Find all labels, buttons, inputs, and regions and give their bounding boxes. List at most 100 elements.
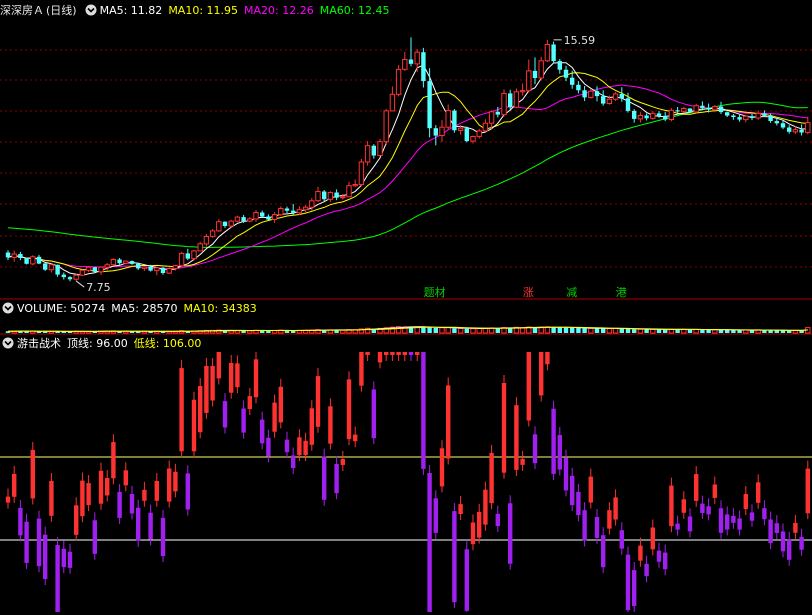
volume-bar [737,330,742,333]
candle-down [749,116,755,118]
candle-up [364,145,371,163]
top-line-label: 顶线: 96.00 [67,337,128,350]
volume-bar [725,330,730,333]
volume-bar [787,330,792,333]
candle-up [247,218,253,222]
volume-bar [570,327,575,333]
indicator-bar-down [160,517,166,557]
indicator-bar-down [452,511,457,603]
candle-down [731,115,736,117]
candle-down [625,98,631,111]
candle-down [799,129,804,133]
candle-down [421,52,426,82]
indicator-bar-down [725,514,730,530]
indicator-bar-down [625,554,631,611]
volume-bar [43,331,48,333]
candle-down [464,128,469,142]
candle-down [656,113,662,116]
candle-down [532,70,538,78]
candle-up [110,259,117,266]
indicator-bar-up [669,485,674,527]
indicator-bar-down [687,516,693,532]
indicator-bar-up [229,363,234,393]
high-price-label: 15.59 [564,34,596,47]
candle-down [768,115,773,121]
candle-down [787,127,792,132]
candle-down [700,105,705,108]
volume-bar [687,329,693,333]
indicator-bar-up [173,471,178,492]
indicator-panel-header: 游击战术 顶线: 96.00 低线: 106.00 [0,336,207,352]
candle-down [687,108,693,112]
indicator-bar-up [446,385,451,459]
candle-down [61,274,66,278]
dropdown-arrow-icon[interactable] [85,4,97,16]
event-tag: 减 [566,286,577,299]
candle-up [668,109,675,121]
candle-down [371,145,376,156]
indicator-bar-up [315,376,321,427]
candle-up [358,161,365,185]
candle-down [737,117,742,120]
volume-bar [266,330,271,333]
indicator-bar-down [43,534,48,579]
indicator-bar-up [545,352,550,365]
indicator-bar-down [421,352,426,469]
indicator-bar-down [619,530,624,549]
candle-down [632,110,637,119]
candle-up [383,110,389,143]
indicator-bar-down [129,494,135,514]
candle-up [805,122,811,133]
indicator-bar-up [297,437,302,456]
event-tag: 题材 [424,285,446,299]
indicator-bar-up [253,359,259,398]
volume-bar [532,327,538,333]
indicator-bar-down [92,520,97,554]
candle-down [675,110,680,112]
candle-up [209,230,216,237]
volume-dropdown-arrow-icon[interactable] [2,302,14,314]
indicator-bar-up [167,468,172,502]
indicator-bar-down [61,548,66,568]
volume-bar [681,328,687,334]
indicator-bar-down [260,419,265,444]
candle-down [334,192,339,198]
indicator-bar-up [396,352,401,355]
volume-bar [470,328,476,334]
candle-down [452,110,457,131]
candle-down [495,111,500,115]
indicator-bar-down [371,389,376,439]
candle-up [519,90,526,93]
candle-down [619,94,624,99]
indicator-bar-up [477,511,482,538]
indicator-name: 游击战术 [17,337,61,350]
volume-bar [693,329,699,334]
indicator-bar-down [768,519,773,544]
candle-up [296,209,303,214]
candle-down [92,267,97,272]
indicator-dropdown-arrow-icon[interactable] [2,337,14,349]
volume-bar [731,330,736,333]
candle-down [36,256,42,264]
candle-up [73,274,79,280]
ma5-line [7,62,808,276]
candle-down [427,81,432,129]
indicator-bar-up [539,352,544,396]
candle-up [30,256,36,265]
candle-up [302,206,309,211]
indicator-bar-down [762,508,767,520]
candle-down [322,191,327,200]
candle-down [563,69,569,78]
indicator-bar-down [67,551,73,568]
volume-bar [433,328,438,333]
candle-up [271,214,278,221]
indicator-bar-down [799,536,804,550]
candle-up [526,70,532,92]
candle-down [594,91,600,97]
price-panel-header: 深深房Ａ (日线) MA5: 11.82 MA10: 11.95 MA20: 12.26… [0,3,395,19]
volume-bar [495,328,500,333]
candle-up [650,112,656,119]
candle-down [663,115,668,120]
candle-up [197,243,203,252]
volume-bar [601,328,606,333]
